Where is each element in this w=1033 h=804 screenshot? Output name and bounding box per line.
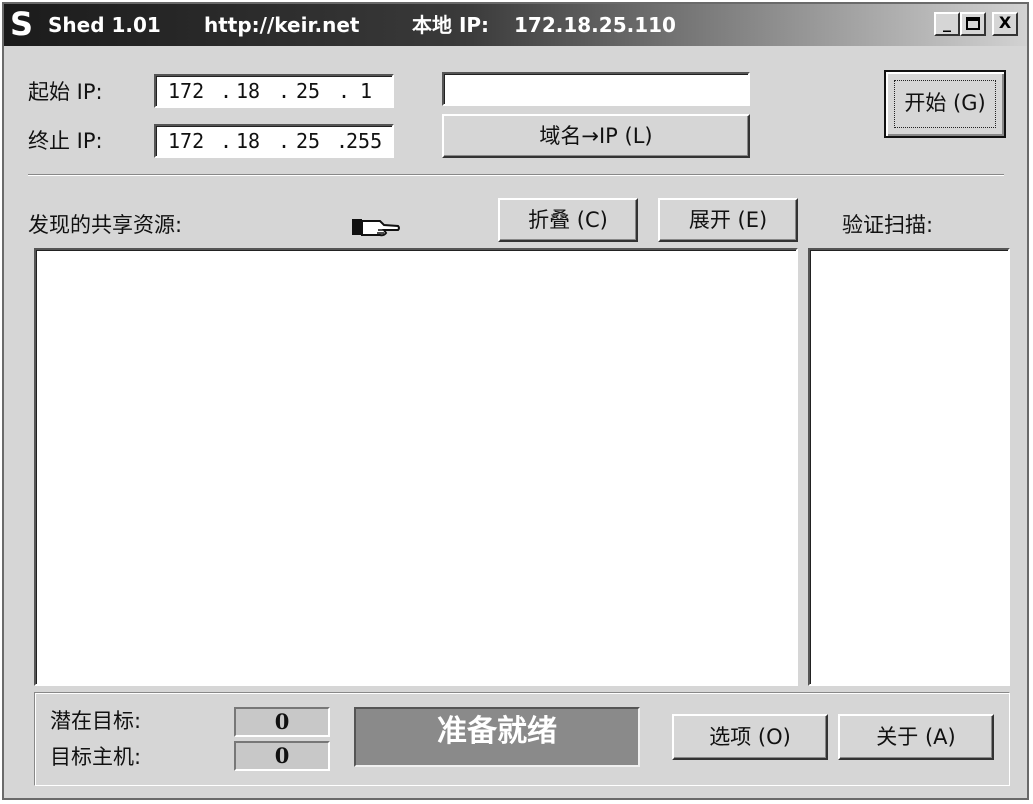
end-ip-dot: . bbox=[278, 129, 291, 153]
verify-scan-list[interactable] bbox=[808, 248, 1010, 686]
potential-targets-label: 潜在目标: bbox=[50, 709, 142, 733]
start-ip-dot: . bbox=[278, 79, 291, 103]
minimize-button[interactable]: _ bbox=[934, 12, 960, 36]
start-ip-octet-2: 18 bbox=[236, 79, 261, 103]
minimize-icon: _ bbox=[943, 13, 951, 32]
maximize-icon bbox=[966, 17, 980, 30]
title-bar[interactable]: S Shed 1.01 http://keir.net 本地 IP: 172.1… bbox=[4, 4, 1027, 46]
start-ip-dot: . bbox=[338, 79, 351, 103]
shed-window: S Shed 1.01 http://keir.net 本地 IP: 172.1… bbox=[2, 2, 1029, 800]
about-button[interactable]: 关于 (A) bbox=[838, 714, 994, 760]
shed-logo-icon: S bbox=[10, 5, 34, 43]
local-ip-label: 本地 IP: bbox=[412, 13, 490, 37]
end-ip-octet-3: 25 bbox=[296, 129, 321, 153]
pointing-hand-icon bbox=[352, 219, 400, 237]
maximize-button[interactable] bbox=[960, 12, 986, 36]
start-button[interactable]: 开始 (G) bbox=[884, 70, 1006, 138]
separator bbox=[28, 174, 1004, 176]
start-ip-label: 起始 IP: bbox=[28, 80, 103, 104]
expand-button[interactable]: 展开 (E) bbox=[658, 198, 798, 242]
start-ip-octet-3: 25 bbox=[296, 79, 321, 103]
verify-scan-label: 验证扫描: bbox=[842, 213, 934, 237]
start-ip-octet-1: 172 bbox=[168, 79, 205, 103]
end-ip-label: 终止 IP: bbox=[28, 129, 103, 153]
collapse-button[interactable]: 折叠 (C) bbox=[498, 198, 638, 242]
end-ip-octet-2: 18 bbox=[236, 129, 261, 153]
app-url: http://keir.net bbox=[204, 13, 360, 37]
shares-tree[interactable] bbox=[34, 248, 798, 686]
end-ip-octet-4: 255 bbox=[346, 129, 383, 153]
close-button[interactable]: X bbox=[992, 12, 1018, 36]
end-ip-input[interactable]: 172 . 18 . 25 . 255 bbox=[154, 124, 394, 158]
start-ip-octet-4: 1 bbox=[360, 79, 373, 103]
shares-label: 发现的共享资源: bbox=[28, 213, 183, 237]
end-ip-octet-1: 172 bbox=[168, 129, 205, 153]
potential-targets-count: 0 bbox=[234, 707, 330, 737]
domain-to-ip-button[interactable]: 域名→IP (L) bbox=[442, 114, 750, 158]
app-name: Shed 1.01 bbox=[48, 13, 161, 37]
focus-rectangle bbox=[894, 80, 996, 128]
start-ip-input[interactable]: 172 . 18 . 25 . 1 bbox=[154, 74, 394, 108]
local-ip-value: 172.18.25.110 bbox=[514, 13, 676, 37]
domain-input[interactable] bbox=[442, 72, 750, 106]
start-ip-dot: . bbox=[220, 79, 233, 103]
status-ready: 准备就绪 bbox=[354, 707, 640, 767]
target-hosts-label: 目标主机: bbox=[50, 745, 142, 769]
target-hosts-count: 0 bbox=[234, 741, 330, 771]
close-icon: X bbox=[998, 13, 1012, 32]
end-ip-dot: . bbox=[220, 129, 233, 153]
options-button[interactable]: 选项 (O) bbox=[672, 714, 828, 760]
